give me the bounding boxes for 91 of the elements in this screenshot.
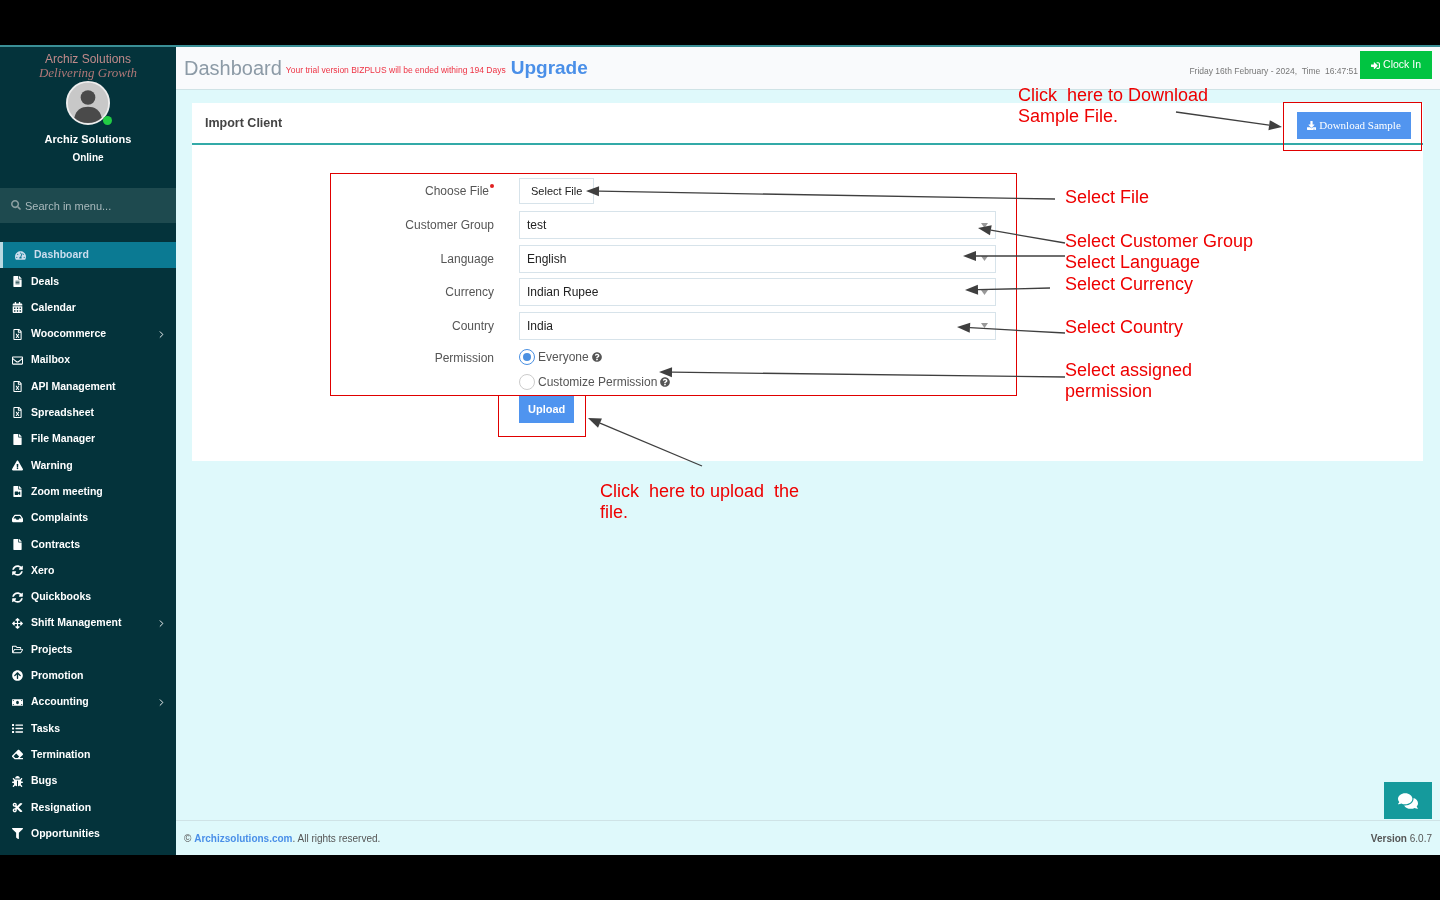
sidebar-item[interactable]: Bugs (0, 767, 176, 795)
document-icon (12, 275, 23, 287)
sidebar-item[interactable]: Deals (0, 268, 176, 295)
bug-icon (12, 775, 23, 787)
radio-label: Everyone (538, 348, 589, 366)
field-label: Permission (434, 349, 494, 367)
sidebar-item[interactable]: Tasks (0, 715, 176, 742)
field-label: Choose File (424, 183, 489, 200)
logo-tagline: Delivering Growth (38, 66, 138, 80)
page-title: Dashboard (184, 56, 282, 81)
sidebar-item[interactable]: Mailbox (0, 347, 176, 374)
annotation-text: Select assigned permission (1065, 360, 1193, 402)
version-text: Version 6.0.7 (1370, 831, 1432, 846)
sidebar-item[interactable]: Resignation (0, 794, 176, 821)
select-field[interactable]: Indian Rupee (519, 278, 996, 306)
logo-name: Archiz Solutions (44, 52, 131, 66)
sidebar-item[interactable]: Dashboard (0, 242, 176, 269)
help-icon (660, 376, 671, 387)
annotation-text: Select Currency (1065, 274, 1194, 295)
card-title: Import Client (205, 114, 283, 132)
field-label: Language (440, 250, 494, 268)
move-arrows-icon (12, 617, 23, 629)
field-label: Currency (445, 284, 494, 301)
radio-button[interactable] (519, 373, 535, 390)
annotation-text: Select Country (1065, 317, 1184, 338)
video-file-icon (12, 486, 23, 498)
select-field[interactable]: English (519, 244, 996, 273)
sidebar-item[interactable]: Xero (0, 557, 176, 584)
sidebar-item[interactable]: API Management (0, 373, 176, 400)
field-label: Customer Group (405, 217, 494, 234)
spreadsheet-file-icon (12, 381, 23, 393)
select-field[interactable]: test (519, 211, 996, 239)
gauge-icon (15, 249, 26, 261)
banknote-icon (12, 696, 23, 708)
download-icon (1307, 121, 1317, 130)
sidebar-item[interactable]: Zoom meeting (0, 478, 176, 505)
spreadsheet-file-icon (12, 407, 23, 419)
sidebar-item[interactable]: Promotion (0, 662, 176, 690)
user-status: Online (72, 150, 104, 165)
date-time: Friday 16th February - 2024, Time 16:47:51 (1189, 64, 1359, 78)
list-icon (12, 723, 23, 734)
annotation-text: Click here to upload the file. (600, 481, 800, 523)
user-name: Archiz Solutions (44, 132, 132, 147)
dropdown-caret-icon (981, 289, 988, 295)
sidebar-item[interactable]: Accounting (0, 689, 176, 716)
avatar (66, 81, 110, 125)
warning-icon (12, 460, 23, 471)
sidebar-item[interactable]: Woocommerce (0, 320, 176, 348)
sidebar-item[interactable]: Spreadsheet (0, 399, 176, 427)
envelope-icon (12, 354, 23, 366)
annotation-text: Select Language (1065, 252, 1201, 273)
copyright-text: © Archizsolutions.com. All rights reserved. (184, 831, 381, 846)
filter-icon (12, 828, 23, 840)
search-icon (11, 200, 21, 210)
sidebar-item[interactable]: Shift Management (0, 610, 176, 637)
calendar-icon (12, 302, 23, 314)
select-file-button[interactable]: Select File (519, 178, 595, 204)
annotation-text: Click here to Download Sample File. (1018, 85, 1209, 127)
radio-button[interactable] (519, 348, 535, 365)
sidebar-item[interactable]: Calendar (0, 294, 176, 321)
refresh-icon (12, 591, 23, 603)
dropdown-caret-icon (981, 323, 988, 328)
sidebar-item[interactable]: Opportunities (0, 820, 176, 847)
file-icon (12, 538, 23, 550)
annotation-text: Select Customer Group (1065, 231, 1254, 252)
spreadsheet-file-icon (12, 328, 23, 340)
sidebar-item[interactable]: Contracts (0, 531, 176, 558)
help-icon (591, 351, 602, 362)
refresh-icon (12, 565, 23, 577)
dropdown-caret-icon (981, 222, 988, 228)
sidebar-item[interactable]: Projects (0, 636, 176, 663)
search-field[interactable]: Search in menu... (0, 188, 176, 223)
sidebar-item[interactable]: Termination (0, 741, 176, 768)
sign-in-icon (1371, 60, 1381, 70)
sidebar-item[interactable]: File Manager (0, 426, 176, 453)
select-field[interactable]: India (519, 311, 996, 340)
chat-button[interactable] (1384, 782, 1432, 819)
sidebar-item[interactable]: Quickbooks (0, 583, 176, 611)
radio-label: Customize Permission (538, 373, 658, 391)
chat-icon (1398, 790, 1418, 811)
folder-icon (12, 644, 23, 656)
inbox-icon (12, 512, 23, 524)
annotation-text: Select File (1065, 187, 1150, 208)
field-label: Country (451, 317, 494, 335)
scissors-icon (12, 801, 23, 813)
eraser-icon (12, 749, 23, 761)
sidebar-item[interactable]: Warning (0, 452, 176, 479)
sidebar-item[interactable]: Complaints (0, 504, 176, 532)
trial-notice: Your trial version BIZPLUS will be ended withing 194 Days (285, 64, 506, 77)
dropdown-caret-icon (981, 256, 988, 261)
file-icon (12, 433, 23, 445)
